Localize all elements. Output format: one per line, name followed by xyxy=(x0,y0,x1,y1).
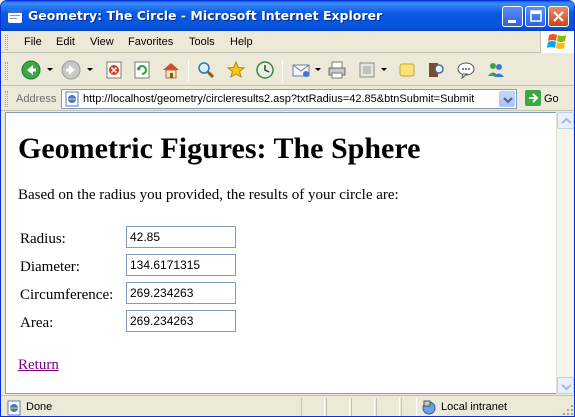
toolbar-separator xyxy=(188,60,189,82)
home-icon[interactable] xyxy=(161,60,181,80)
menu-file[interactable]: File xyxy=(24,36,42,48)
close-button[interactable] xyxy=(548,6,569,27)
scroll-up-button[interactable] xyxy=(557,112,574,129)
address-url[interactable]: http://localhost/geometry/circleresults2… xyxy=(83,93,474,105)
windows-flag-icon xyxy=(547,34,566,49)
menu-bar: File Edit View Favorites Tools Help xyxy=(1,31,574,53)
intro-text: Based on the radius you provided, the re… xyxy=(18,187,399,203)
chevron-down-icon xyxy=(503,97,513,104)
toolbar-grip[interactable] xyxy=(5,62,8,80)
security-zone-text: Local intranet xyxy=(441,401,508,413)
mail-icon[interactable] xyxy=(291,60,311,80)
addressbar-grip[interactable] xyxy=(5,91,8,107)
favorites-icon[interactable] xyxy=(226,60,246,80)
menu-view[interactable]: View xyxy=(90,36,114,48)
go-arrow-icon xyxy=(525,90,541,106)
research-icon[interactable] xyxy=(426,60,446,80)
forward-dropdown-arrow[interactable] xyxy=(87,68,93,71)
toolbar-separator xyxy=(282,60,283,82)
status-pane xyxy=(401,398,417,416)
radius-label: Radius: xyxy=(20,231,66,247)
mail-dropdown-arrow[interactable] xyxy=(315,68,321,71)
back-icon[interactable] xyxy=(21,60,41,80)
msn-people-icon[interactable] xyxy=(486,60,506,80)
maximize-icon xyxy=(530,10,542,22)
chevron-up-icon xyxy=(561,117,572,124)
menu-help[interactable]: Help xyxy=(230,36,253,48)
window-title: Geometry: The Circle - Microsoft Interne… xyxy=(28,8,383,23)
status-pane xyxy=(326,398,350,416)
local-intranet-icon xyxy=(422,400,436,415)
page-content: Geometric Figures: The Sphere Based on t… xyxy=(5,112,556,394)
windows-logo xyxy=(540,31,574,53)
stop-icon[interactable] xyxy=(104,60,124,80)
page-icon xyxy=(65,91,79,107)
messenger-icon[interactable] xyxy=(456,60,476,80)
circumference-label: Circumference: xyxy=(20,287,114,303)
minimize-button[interactable] xyxy=(502,6,523,27)
maximize-button[interactable] xyxy=(525,6,546,27)
history-icon[interactable] xyxy=(255,60,275,80)
go-button[interactable]: Go xyxy=(524,90,572,108)
edit-dropdown-arrow[interactable] xyxy=(381,68,387,71)
search-icon[interactable] xyxy=(196,60,216,80)
menu-favorites[interactable]: Favorites xyxy=(128,36,173,48)
internet-explorer-icon xyxy=(8,9,22,23)
discuss-icon[interactable] xyxy=(397,60,417,80)
page-heading: Geometric Figures: The Sphere xyxy=(18,132,421,165)
go-label: Go xyxy=(544,93,559,105)
edit-icon[interactable] xyxy=(357,60,377,80)
page-done-icon xyxy=(7,400,21,416)
status-pane xyxy=(376,398,400,416)
status-bar: Done Local intranet xyxy=(1,395,574,416)
menubar-grip[interactable] xyxy=(5,35,8,50)
status-pane xyxy=(351,398,375,416)
resize-grip-icon[interactable] xyxy=(562,404,574,416)
return-link[interactable]: Return xyxy=(18,357,59,374)
address-label: Address xyxy=(16,93,57,105)
status-text: Done xyxy=(26,401,53,413)
forward-icon[interactable] xyxy=(61,60,81,80)
address-bar: Address http://localhost/geometry/circle… xyxy=(1,87,574,111)
scroll-down-button[interactable] xyxy=(557,377,574,394)
browser-window: Geometry: The Circle - Microsoft Interne… xyxy=(0,0,575,417)
minimize-icon xyxy=(508,20,516,23)
address-dropdown-button[interactable] xyxy=(499,91,515,107)
diameter-label: Diameter: xyxy=(20,259,80,275)
print-icon[interactable] xyxy=(327,60,347,80)
vertical-scrollbar[interactable] xyxy=(556,112,574,394)
menu-edit[interactable]: Edit xyxy=(56,36,75,48)
radius-field[interactable] xyxy=(126,226,236,248)
diameter-field[interactable] xyxy=(126,254,236,276)
area-label: Area: xyxy=(20,315,54,331)
area-field[interactable] xyxy=(126,310,236,332)
back-dropdown-arrow[interactable] xyxy=(47,68,53,71)
address-input[interactable]: http://localhost/geometry/circleresults2… xyxy=(61,89,517,109)
standard-toolbar xyxy=(1,54,574,86)
refresh-icon[interactable] xyxy=(132,60,152,80)
title-bar[interactable]: Geometry: The Circle - Microsoft Interne… xyxy=(1,1,574,31)
chevron-down-icon xyxy=(561,384,572,391)
status-pane xyxy=(301,398,325,416)
close-icon xyxy=(553,11,564,22)
circumference-field[interactable] xyxy=(126,282,236,304)
menu-tools[interactable]: Tools xyxy=(189,36,215,48)
